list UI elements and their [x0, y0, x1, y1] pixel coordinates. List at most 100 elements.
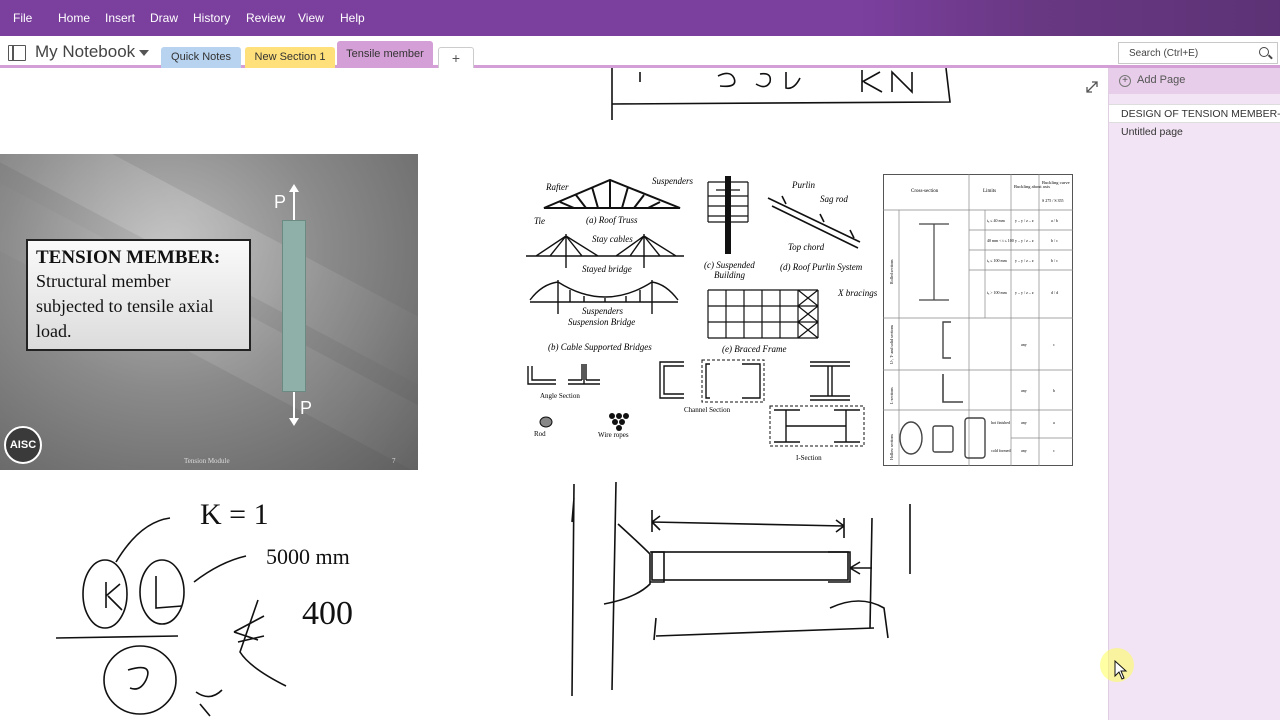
tension-member-slide[interactable]: TENSION MEMBER: Structural member subjec…	[0, 154, 418, 470]
label-purlin: Purlin	[791, 180, 816, 190]
slide-footer: Tension Module	[184, 457, 230, 465]
page-list-pane: + Add Page DESIGN OF TENSION MEMBER-IS U…	[1108, 68, 1280, 720]
label-suspension-bridge: Suspension Bridge	[568, 317, 635, 327]
table-cell-curve: c	[1053, 448, 1055, 453]
plus-circle-icon: +	[1119, 75, 1131, 87]
table-cell-axis: any	[1021, 388, 1027, 393]
handwritten-length: 5000 mm	[266, 544, 350, 569]
tension-applications-figure[interactable]: Rafter Tie (a) Roof Truss Stay cables St…	[520, 172, 882, 468]
slide-heading: TENSION MEMBER:	[36, 247, 221, 268]
top-handwriting	[611, 68, 951, 120]
menu-draw[interactable]: Draw	[150, 0, 178, 36]
table-cell-curve: a	[1053, 420, 1055, 425]
mouse-pointer-icon	[1114, 660, 1128, 680]
table-cell-curve: b / c	[1051, 258, 1058, 263]
label-stay-cables: Stay cables	[592, 234, 633, 244]
tab-new-section-1[interactable]: New Section 1	[245, 47, 335, 68]
add-page-label: Add Page	[1137, 74, 1186, 86]
table-cell-axis: any	[1021, 448, 1027, 453]
add-section-button[interactable]: +	[438, 47, 474, 68]
label-top-chord: Top chord	[788, 242, 825, 252]
menu-file[interactable]: File	[13, 0, 32, 36]
menu-history[interactable]: History	[193, 0, 230, 36]
load-arrow-up-icon	[289, 184, 299, 220]
label-stayed-bridge: Stayed bridge	[582, 264, 632, 274]
expand-icon[interactable]	[1086, 81, 1098, 93]
table-cell-axis: y – y / z – z	[1015, 258, 1034, 263]
label-roof-purlin: (d) Roof Purlin System	[780, 262, 863, 272]
label-sag-rod: Sag rod	[820, 194, 848, 204]
search-icon[interactable]	[1259, 47, 1269, 57]
menu-bar: File Home Insert Draw History Review Vie…	[0, 0, 1280, 36]
label-rod: Rod	[534, 430, 546, 438]
title-bar-shadow	[860, 0, 1280, 36]
table-cell-limit: tₓ > 100 mm	[987, 290, 1008, 295]
table-header-cross-section: Cross-section	[911, 189, 939, 194]
load-label-bottom: P	[300, 398, 313, 418]
table-cell-curve: a / b	[1051, 218, 1058, 223]
label-suspenders: Suspenders	[582, 306, 623, 316]
menu-home[interactable]: Home	[58, 0, 90, 36]
tension-bar	[282, 220, 306, 392]
load-arrow-down-icon	[289, 392, 299, 426]
handwritten-notes: K = 1 5000 mm 400	[55, 498, 353, 717]
table-cell-limit: tₓ ≤ 100 mm	[987, 258, 1008, 263]
label-x-bracings: X bracings	[837, 288, 878, 298]
handwritten-limit: 400	[302, 595, 353, 632]
table-cell-curve: c	[1053, 342, 1055, 347]
notebook-title[interactable]: My Notebook	[35, 42, 135, 62]
search-input[interactable]: Search (Ctrl+E)	[1129, 48, 1198, 59]
table-cell-axis: any	[1021, 342, 1027, 347]
aisc-logo: AISC	[4, 426, 42, 464]
tab-quick-notes[interactable]: Quick Notes	[161, 47, 241, 68]
menu-help[interactable]: Help	[340, 0, 365, 36]
table-cell-curve: b	[1053, 388, 1055, 393]
definition-box: TENSION MEMBER: Structural member subjec…	[26, 239, 251, 351]
label-roof-truss: (a) Roof Truss	[586, 215, 638, 225]
table-cell-axis: y – y / z – z	[1015, 290, 1034, 295]
table-cell-limit: hot finished	[991, 420, 1010, 425]
menu-view[interactable]: View	[298, 0, 324, 36]
search-box[interactable]: Search (Ctrl+E)	[1118, 42, 1278, 64]
table-side-label: Hollow sections	[889, 434, 894, 460]
label-tie: Tie	[534, 216, 545, 226]
notebook-icon[interactable]	[8, 44, 26, 61]
table-side-label: Rolled sections	[889, 259, 894, 284]
menu-review[interactable]: Review	[246, 0, 285, 36]
page-item-untitled[interactable]: Untitled page	[1109, 123, 1280, 142]
page-canvas[interactable]: TENSION MEMBER: Structural member subjec…	[0, 68, 1108, 720]
label-braced-frame: (e) Braced Frame	[722, 344, 786, 354]
table-cell-limit: cold formed	[991, 448, 1010, 453]
handwritten-k-value: K = 1	[200, 498, 269, 531]
table-cell-axis: y – y / z – z	[1015, 218, 1034, 223]
label-suspended-building-2: Building	[714, 270, 745, 280]
table-cell-axis: any	[1021, 420, 1027, 425]
table-cell-curve: b / c	[1051, 238, 1058, 243]
label-rafter: Rafter	[545, 182, 569, 192]
section-tab-bar: My Notebook Quick Notes New Section 1 Te…	[0, 36, 1280, 68]
label-cable-supported: (b) Cable Supported Bridges	[548, 342, 652, 352]
table-cell-limit: 40 mm < t ≤ 100	[987, 238, 1014, 243]
onenote-window: File Home Insert Draw History Review Vie…	[0, 0, 1280, 720]
table-cell-axis: y – y / z – z	[1015, 238, 1034, 243]
label-i-section: I-Section	[796, 454, 822, 462]
label-channel-section: Channel Section	[684, 406, 731, 414]
label-suspended-building-1: (c) Suspended	[704, 260, 755, 270]
chevron-down-icon[interactable]	[139, 50, 149, 56]
label-angle-section: Angle Section	[540, 392, 580, 400]
load-label-top: P	[274, 192, 287, 212]
table-cell-curve: d / d	[1051, 290, 1058, 295]
add-page-button[interactable]: + Add Page	[1109, 68, 1280, 94]
label-wire-ropes: Wire ropes	[598, 431, 629, 439]
tab-tensile-member[interactable]: Tensile member	[337, 41, 433, 68]
gusset-bar-sketch	[571, 481, 911, 697]
slide-number: 7	[392, 457, 396, 465]
buckling-curve-table[interactable]: Cross-section Limits Buckling about axis…	[883, 174, 1073, 466]
slide-definition: Structural member subjected to tensile a…	[36, 271, 214, 341]
menu-insert[interactable]: Insert	[105, 0, 135, 36]
label-suspenders-building: Suspenders	[652, 176, 693, 186]
table-header-buckling-curve: Buckling curve	[1042, 180, 1070, 185]
page-item-design-of-tension-member[interactable]: DESIGN OF TENSION MEMBER-IS	[1109, 104, 1280, 123]
table-header-limits: Limits	[983, 189, 996, 194]
table-side-label: L-sections	[889, 387, 894, 404]
